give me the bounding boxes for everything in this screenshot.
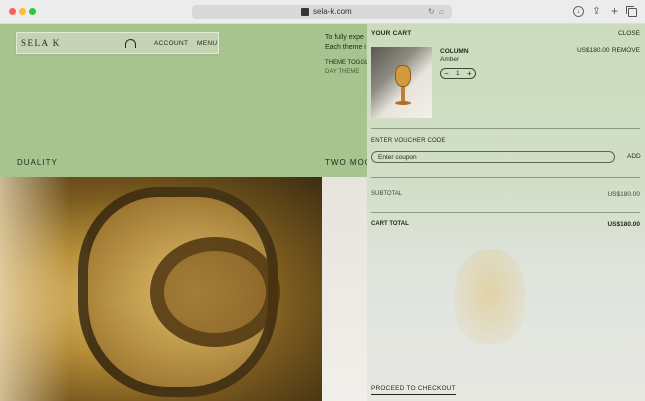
reload-icon[interactable]: ↻ xyxy=(428,6,435,18)
glass-base xyxy=(395,101,411,105)
product-photo-secondary xyxy=(322,177,367,401)
divider xyxy=(371,177,640,178)
cart-item-variant: Amber xyxy=(440,56,460,63)
account-link[interactable]: ACCOUNT xyxy=(154,40,188,47)
day-theme-option[interactable]: DAY THEME xyxy=(325,69,359,75)
minus-icon[interactable]: − xyxy=(444,69,449,78)
section-heading-two-moods: TWO MOODS xyxy=(325,158,367,167)
coupon-input[interactable] xyxy=(371,151,615,163)
browser-window: sela-k.com ↻ ⌂ ↓ ⇪ + SELA K ACCOUNT MENU… xyxy=(0,0,645,401)
divider xyxy=(371,128,640,129)
menu-button[interactable]: MENU xyxy=(197,40,217,47)
cart-item-price: US$180.00 xyxy=(577,47,610,54)
photo-highlight xyxy=(0,177,70,401)
zoom-window-button[interactable] xyxy=(29,8,36,15)
new-tab-icon[interactable]: + xyxy=(609,5,620,17)
quantity-value: 1 xyxy=(456,70,460,77)
glass-shape-inner xyxy=(150,237,280,347)
glass-stem xyxy=(401,87,405,101)
browser-toolbar: sela-k.com ↻ ⌂ ↓ ⇪ + xyxy=(0,0,645,24)
cart-title: YOUR CART xyxy=(371,30,412,37)
theme-toggle-label: THEME TOGGLE xyxy=(325,60,373,66)
tabs-overview-icon[interactable] xyxy=(626,6,637,17)
cart-close-button[interactable]: CLOSE xyxy=(618,30,640,37)
section-heading-duality: DUALITY xyxy=(17,158,58,167)
minimize-window-button[interactable] xyxy=(19,8,26,15)
site-nav: SELA K ACCOUNT MENU xyxy=(16,32,219,54)
quantity-stepper: − 1 + xyxy=(440,68,476,79)
product-photo xyxy=(0,177,322,401)
cart-item-thumbnail[interactable] xyxy=(371,47,432,118)
share-icon[interactable]: ⇪ xyxy=(591,6,602,17)
arch-icon[interactable] xyxy=(125,39,136,48)
add-coupon-button[interactable]: ADD xyxy=(627,153,641,160)
cart-total-label: CART TOTAL xyxy=(371,221,409,227)
voucher-label: ENTER VOUCHER CODE xyxy=(371,138,446,144)
cart-total-value: US$180.00 xyxy=(607,221,640,228)
site-logo[interactable]: SELA K xyxy=(21,38,61,48)
web-page: SELA K ACCOUNT MENU To fully expe Each t… xyxy=(0,24,645,401)
subtotal-label: SUBTOTAL xyxy=(371,191,403,197)
divider xyxy=(371,212,640,213)
cart-background-glass xyxy=(455,249,525,344)
close-window-button[interactable] xyxy=(9,8,16,15)
plus-icon[interactable]: + xyxy=(467,69,472,78)
download-icon[interactable]: ↓ xyxy=(573,6,584,17)
cart-item-name[interactable]: COLUMN xyxy=(440,48,469,55)
site-favicon-icon xyxy=(301,8,309,16)
url-text: sela-k.com xyxy=(313,7,352,16)
remove-item-button[interactable]: REMOVE xyxy=(612,47,640,54)
extension-icon[interactable]: ⌂ xyxy=(439,6,444,18)
subtotal-value: US$180.00 xyxy=(607,191,640,198)
glass-image xyxy=(395,65,411,87)
cart-drawer: YOUR CART CLOSE COLUMN Amber − 1 + US$18… xyxy=(367,24,645,401)
address-bar[interactable]: sela-k.com ↻ ⌂ xyxy=(192,5,452,19)
checkout-button[interactable]: PROCEED TO CHECKOUT xyxy=(371,385,456,395)
